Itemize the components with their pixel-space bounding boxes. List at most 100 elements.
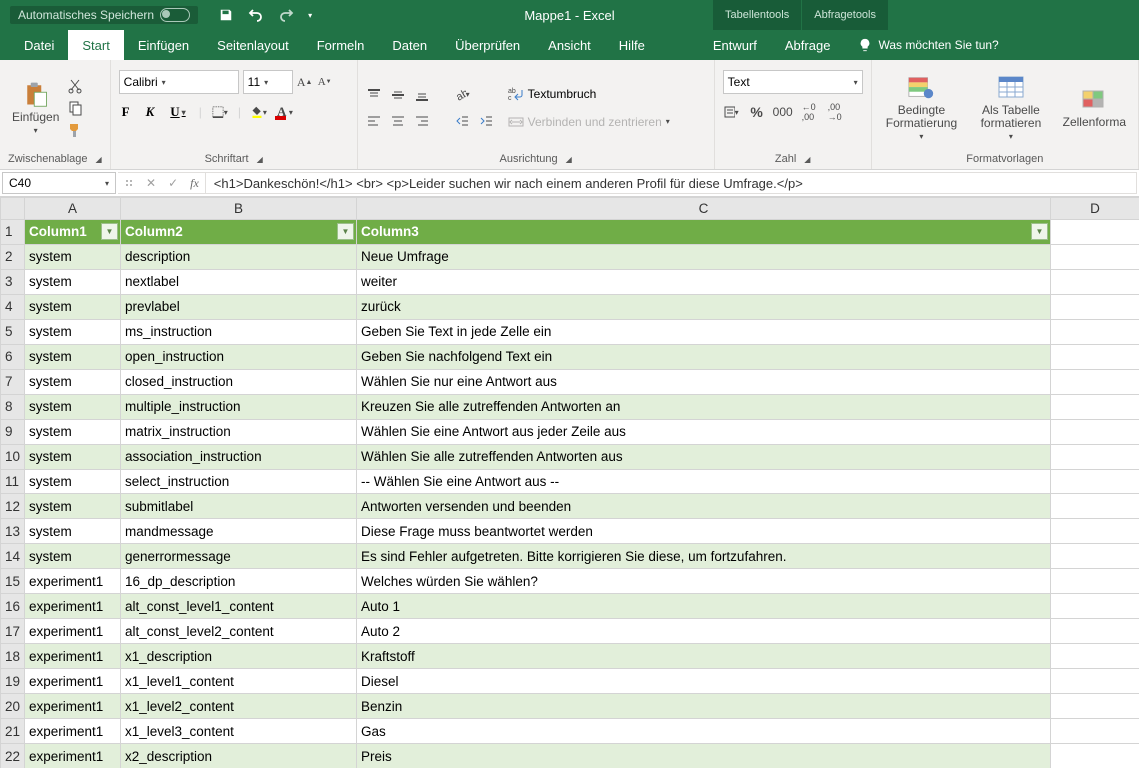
cell[interactable]: prevlabel — [121, 294, 357, 319]
cell[interactable]: description — [121, 244, 357, 269]
row-header[interactable]: 16 — [1, 594, 25, 619]
cell[interactable]: system — [25, 419, 121, 444]
cell[interactable]: experiment1 — [25, 619, 121, 644]
align-bottom-icon[interactable] — [414, 87, 430, 103]
row-header[interactable]: 7 — [1, 369, 25, 394]
cell[interactable] — [1051, 394, 1139, 419]
row-header[interactable]: 13 — [1, 519, 25, 544]
cell[interactable]: x1_level1_content — [121, 669, 357, 694]
cell[interactable]: system — [25, 469, 121, 494]
qat-customize-icon[interactable]: ▾ — [308, 11, 312, 20]
name-box[interactable]: C40▾ — [2, 172, 116, 194]
row-header[interactable]: 5 — [1, 319, 25, 344]
filter-dropdown-icon[interactable]: ▼ — [101, 223, 118, 240]
cell[interactable]: alt_const_level1_content — [121, 594, 357, 619]
orientation-icon[interactable]: ab▾ — [454, 87, 470, 103]
cell[interactable] — [1051, 744, 1139, 768]
dialog-launcher-icon[interactable]: ◢ — [92, 155, 102, 164]
cell[interactable] — [1051, 619, 1139, 644]
cell[interactable]: Welches würden Sie wählen? — [357, 569, 1051, 594]
align-center-icon[interactable] — [390, 113, 406, 129]
cell[interactable]: Wählen Sie eine Antwort aus jeder Zeile … — [357, 419, 1051, 444]
cell[interactable]: system — [25, 369, 121, 394]
cell[interactable]: closed_instruction — [121, 369, 357, 394]
tab-view[interactable]: Ansicht — [534, 30, 605, 60]
align-middle-icon[interactable] — [390, 87, 406, 103]
col-header-A[interactable]: A — [25, 198, 121, 220]
cell[interactable]: association_instruction — [121, 444, 357, 469]
dialog-launcher-icon[interactable]: ◢ — [800, 155, 810, 164]
row-header[interactable]: 21 — [1, 719, 25, 744]
redo-icon[interactable] — [278, 7, 294, 23]
cell[interactable]: open_instruction — [121, 344, 357, 369]
worksheet-grid[interactable]: A B C D 1Column1▼Column2▼Column3▼2system… — [0, 197, 1139, 768]
row-header[interactable]: 9 — [1, 419, 25, 444]
row-header[interactable]: 15 — [1, 569, 25, 594]
increase-font-icon[interactable]: A▲ — [297, 74, 313, 90]
cell[interactable]: submitlabel — [121, 494, 357, 519]
col-header-C[interactable]: C — [357, 198, 1051, 220]
paste-button[interactable]: Einfügen ▾ — [8, 78, 63, 137]
cell[interactable]: select_instruction — [121, 469, 357, 494]
cell[interactable]: system — [25, 394, 121, 419]
cell[interactable]: alt_const_level2_content — [121, 619, 357, 644]
cell[interactable]: x1_level2_content — [121, 694, 357, 719]
cell[interactable]: system — [25, 319, 121, 344]
cell[interactable]: Auto 1 — [357, 594, 1051, 619]
copy-icon[interactable] — [67, 100, 83, 116]
cell[interactable]: 16_dp_description — [121, 569, 357, 594]
bold-button[interactable]: F — [119, 102, 133, 122]
cell[interactable]: ms_instruction — [121, 319, 357, 344]
cell[interactable]: system — [25, 519, 121, 544]
align-left-icon[interactable] — [366, 113, 382, 129]
tab-pagelayout[interactable]: Seitenlayout — [203, 30, 303, 60]
cell[interactable] — [1051, 294, 1139, 319]
cell[interactable]: Geben Sie Text in jede Zelle ein — [357, 319, 1051, 344]
cell[interactable] — [1051, 444, 1139, 469]
percent-icon[interactable]: % — [749, 104, 765, 120]
decrease-decimal-icon[interactable]: ,00→0 — [827, 104, 843, 120]
cell[interactable] — [1051, 220, 1139, 245]
tab-help[interactable]: Hilfe — [605, 30, 659, 60]
font-size-combo[interactable]: 11▾ — [243, 70, 293, 94]
cell[interactable]: Kraftstoff — [357, 644, 1051, 669]
row-header[interactable]: 11 — [1, 469, 25, 494]
cell[interactable]: experiment1 — [25, 569, 121, 594]
cell[interactable]: mandmessage — [121, 519, 357, 544]
cell[interactable]: experiment1 — [25, 594, 121, 619]
increase-decimal-icon[interactable]: ←0,00 — [801, 104, 817, 120]
cell[interactable] — [1051, 319, 1139, 344]
accounting-icon[interactable]: ▾ — [723, 104, 739, 120]
tab-design[interactable]: Entwurf — [699, 30, 771, 60]
table-header-cell[interactable]: Column3▼ — [357, 220, 1051, 245]
cell[interactable]: Benzin — [357, 694, 1051, 719]
fill-color-icon[interactable]: ▾ — [251, 104, 267, 120]
cell[interactable] — [1051, 494, 1139, 519]
cell[interactable]: experiment1 — [25, 744, 121, 768]
tab-insert[interactable]: Einfügen — [124, 30, 203, 60]
cell[interactable]: x1_description — [121, 644, 357, 669]
tab-query[interactable]: Abfrage — [771, 30, 845, 60]
cell[interactable] — [1051, 469, 1139, 494]
font-name-combo[interactable]: Calibri▾ — [119, 70, 239, 94]
row-header[interactable]: 8 — [1, 394, 25, 419]
conditional-formatting-button[interactable]: Bedingte Formatierung▾ — [880, 72, 964, 143]
table-header-cell[interactable]: Column2▼ — [121, 220, 357, 245]
cell[interactable] — [1051, 694, 1139, 719]
cell[interactable]: Neue Umfrage — [357, 244, 1051, 269]
row-header[interactable]: 14 — [1, 544, 25, 569]
cell[interactable] — [1051, 344, 1139, 369]
row-header[interactable]: 1 — [1, 220, 25, 245]
merge-center-button[interactable]: Verbinden und zentrieren ▾ — [508, 114, 670, 130]
row-header[interactable]: 18 — [1, 644, 25, 669]
query-tools-tab[interactable]: Abfragetools — [802, 0, 889, 30]
cell[interactable]: Preis — [357, 744, 1051, 768]
cell[interactable]: Auto 2 — [357, 619, 1051, 644]
cell[interactable] — [1051, 669, 1139, 694]
enter-icon[interactable]: ✓ — [168, 176, 178, 190]
wrap-text-button[interactable]: abc Textumbruch — [508, 86, 670, 102]
cell-styles-button[interactable]: Zellenforma — [1059, 84, 1130, 131]
cell[interactable]: system — [25, 269, 121, 294]
cell[interactable]: system — [25, 294, 121, 319]
cell[interactable] — [1051, 419, 1139, 444]
